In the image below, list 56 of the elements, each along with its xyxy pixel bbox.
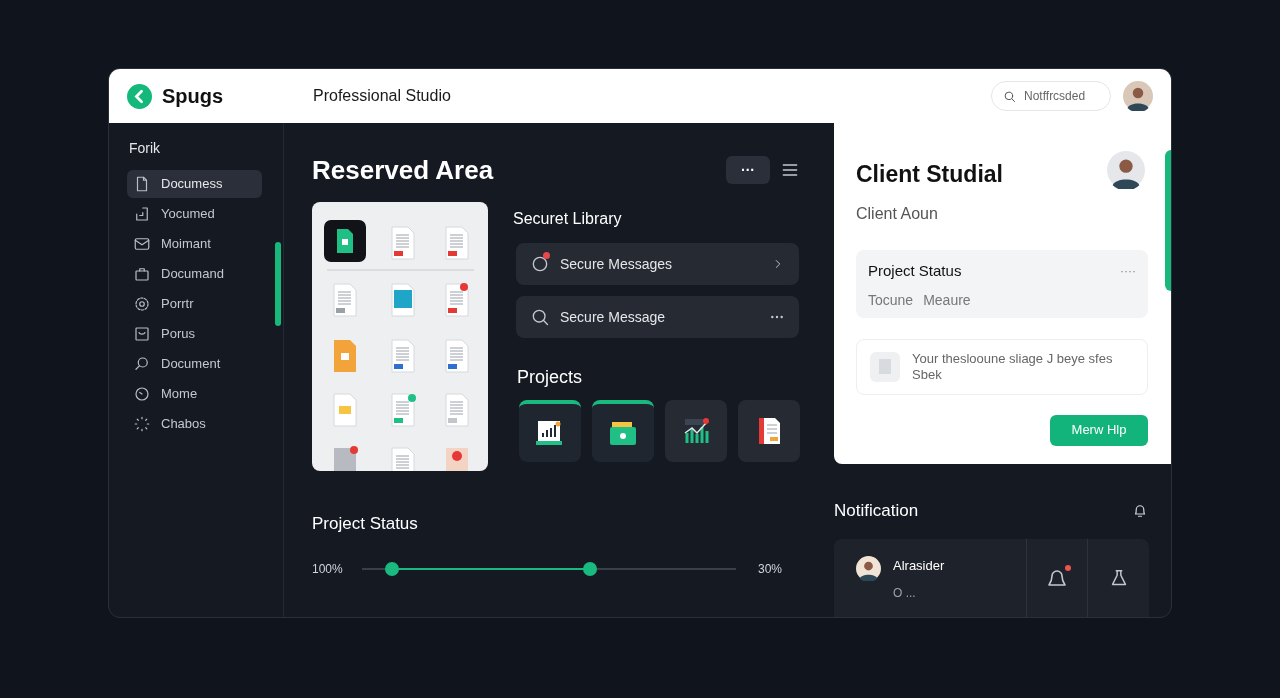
sidebar-item[interactable]: Mome xyxy=(127,380,262,408)
project-tile[interactable] xyxy=(738,400,800,462)
slider-thumb[interactable] xyxy=(384,561,399,576)
search-icon xyxy=(1002,89,1017,104)
project-tile[interactable] xyxy=(519,400,581,462)
project-tile[interactable] xyxy=(592,400,654,462)
sidebar-item[interactable]: Porrtr xyxy=(127,290,262,318)
sidebar-item[interactable]: Document xyxy=(127,350,262,378)
sidebar-item[interactable]: Yocumed xyxy=(127,200,262,228)
client-subtitle: Client Aoun xyxy=(856,203,939,224)
brand-name: Spugs xyxy=(162,84,224,109)
chat-icon xyxy=(530,254,550,274)
sender-name: Alrasider xyxy=(893,557,945,576)
section-title: Reserved Area xyxy=(312,153,494,187)
client-title: Client Studial xyxy=(856,160,1003,189)
sidebar-item[interactable]: Moimant xyxy=(127,230,262,258)
mail-icon xyxy=(133,235,151,253)
sidebar-heading: Forik xyxy=(129,139,162,158)
message-text: Your theslooune sliage J beye sfes Sbek xyxy=(912,350,1113,383)
document-icon xyxy=(870,351,900,382)
more-button[interactable]: ··· xyxy=(726,156,770,184)
bag-icon xyxy=(133,265,151,283)
user-avatar xyxy=(1123,81,1153,111)
more-icon[interactable]: ···· xyxy=(1120,261,1136,280)
sidebar-item[interactable]: Documand xyxy=(127,260,262,288)
search-icon xyxy=(530,307,550,327)
inbox-icon xyxy=(133,325,151,343)
range-max-label: 30% xyxy=(756,560,783,578)
clock-icon xyxy=(133,385,151,403)
client-avatar xyxy=(1107,151,1145,189)
sender-avatar xyxy=(856,556,881,582)
search-icon xyxy=(133,355,151,373)
notification-card[interactable]: Alrasider O ... xyxy=(834,539,1149,617)
library-item[interactable]: Secure Message xyxy=(516,296,799,338)
range-min-label: 100% xyxy=(312,560,344,578)
gear-icon xyxy=(133,295,151,313)
notification-title: Notification xyxy=(834,499,919,522)
projects-title: Projects xyxy=(517,366,584,389)
slider-thumb[interactable] xyxy=(583,561,598,576)
status-tag: Tocune xyxy=(868,290,914,311)
project-tile[interactable] xyxy=(665,400,727,462)
status-tag: Meaure xyxy=(923,290,971,311)
sidebar-item[interactable]: Documess xyxy=(127,170,262,198)
back-logo-icon[interactable] xyxy=(127,83,152,109)
library-item[interactable]: Secure Messages xyxy=(516,243,799,285)
status-card-title: Project Status xyxy=(868,260,962,281)
status-title: Project Status xyxy=(312,513,419,535)
spinner-icon xyxy=(133,415,151,433)
import-icon xyxy=(133,205,151,223)
library-title: Securet Library xyxy=(513,209,623,229)
slider-track[interactable] xyxy=(362,561,736,576)
message-preview: O ... xyxy=(893,584,917,602)
search-field[interactable]: Notffrcsded xyxy=(991,81,1111,111)
sidebar-item[interactable]: Chabos xyxy=(127,410,262,438)
sidebar-item[interactable]: Porus xyxy=(127,320,262,348)
page-title: Professional Studio xyxy=(313,86,451,106)
